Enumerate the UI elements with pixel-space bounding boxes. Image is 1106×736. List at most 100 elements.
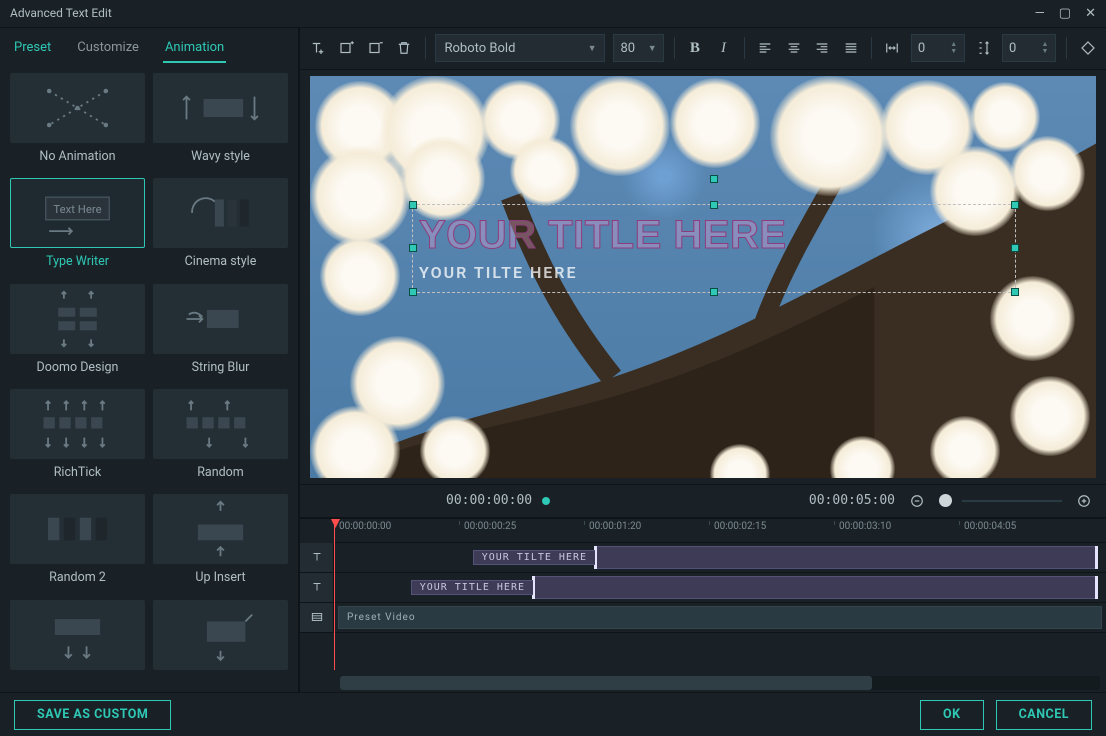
zoom-out-button[interactable] bbox=[905, 489, 929, 513]
animation-thumb bbox=[10, 73, 145, 143]
timeline-ruler[interactable]: 00:00:00:0000:00:00:2500:00:01:2000:00:0… bbox=[334, 519, 1106, 543]
text-clip-2[interactable]: YOUR TITLE HERE bbox=[532, 576, 1098, 599]
bold-button[interactable]: B bbox=[685, 36, 706, 60]
animation-cell[interactable] bbox=[153, 600, 288, 682]
animation-thumb bbox=[153, 389, 288, 459]
preset-video-clip[interactable]: Preset Video bbox=[338, 606, 1102, 629]
resize-handle[interactable] bbox=[710, 201, 718, 209]
animation-label: Wavy style bbox=[153, 149, 288, 168]
animation-cell[interactable]: String Blur bbox=[153, 284, 288, 381]
zoom-slider[interactable] bbox=[962, 500, 1062, 502]
timeline: 00:00:00:0000:00:00:2500:00:01:2000:00:0… bbox=[300, 518, 1106, 692]
resize-handle[interactable] bbox=[710, 288, 718, 296]
animation-label: Random 2 bbox=[10, 570, 145, 589]
prev-frame-button[interactable] bbox=[310, 489, 334, 513]
track-icon-video[interactable] bbox=[300, 603, 334, 632]
resize-handle[interactable] bbox=[1011, 201, 1019, 209]
zoom-in-button[interactable] bbox=[1072, 489, 1096, 513]
animation-label: Cinema style bbox=[153, 254, 288, 273]
char-spacing-input[interactable]: 0 ▲▼ bbox=[911, 34, 965, 62]
video-preview[interactable]: YOUR TITLE HERE YOUR TILTE HERE bbox=[310, 76, 1096, 478]
tab-customize[interactable]: Customize bbox=[75, 36, 141, 63]
font-size-select[interactable]: 80 ▼ bbox=[613, 34, 663, 62]
font-select[interactable]: Roboto Bold ▼ bbox=[435, 34, 605, 62]
save-as-custom-button[interactable]: SAVE AS CUSTOM bbox=[14, 700, 171, 730]
right-panel: Roboto Bold ▼ 80 ▼ B I 0 ▲▼ 0 bbox=[300, 28, 1106, 692]
animation-cell[interactable]: Text Here Type Writer bbox=[10, 178, 145, 275]
animation-cell[interactable]: Doomo Design bbox=[10, 284, 145, 381]
next-frame-button[interactable] bbox=[344, 489, 368, 513]
title-bar: Advanced Text Edit — ▢ ✕ bbox=[0, 0, 1106, 28]
keyframe-icon[interactable] bbox=[1077, 36, 1098, 60]
track-preset-video: Preset Video bbox=[300, 603, 1106, 633]
animation-label: Type Writer bbox=[10, 254, 145, 273]
play-button[interactable] bbox=[378, 489, 402, 513]
cancel-button[interactable]: CANCEL bbox=[996, 700, 1092, 730]
track-icon-text[interactable] bbox=[300, 543, 334, 572]
align-left-icon[interactable] bbox=[755, 36, 776, 60]
clip-label: YOUR TILTE HERE bbox=[473, 550, 595, 565]
animation-cell[interactable]: Random bbox=[153, 389, 288, 486]
track-icon-text[interactable] bbox=[300, 573, 334, 602]
animation-label: String Blur bbox=[153, 360, 288, 379]
resize-handle[interactable] bbox=[409, 201, 417, 209]
animation-label bbox=[153, 676, 288, 680]
preview-subtitle[interactable]: YOUR TILTE HERE bbox=[417, 259, 1015, 286]
animation-thumb bbox=[153, 600, 288, 670]
tab-animation[interactable]: Animation bbox=[163, 36, 226, 63]
animation-thumb bbox=[153, 494, 288, 564]
stop-button[interactable] bbox=[412, 489, 436, 513]
close-button[interactable]: ✕ bbox=[1085, 6, 1096, 21]
zoom-slider-handle[interactable] bbox=[939, 494, 952, 507]
animation-cell[interactable]: No Animation bbox=[10, 73, 145, 170]
ruler-tick: 00:00:00:25 bbox=[459, 521, 516, 525]
delete-icon[interactable] bbox=[394, 36, 415, 60]
animation-cell[interactable]: Random 2 bbox=[10, 494, 145, 591]
resize-handle[interactable] bbox=[409, 288, 417, 296]
resize-handle[interactable] bbox=[1011, 244, 1019, 252]
track-text-2: YOUR TITLE HERE bbox=[300, 573, 1106, 603]
animation-label: Doomo Design bbox=[10, 360, 145, 379]
title-bounding-box[interactable]: YOUR TITLE HERE YOUR TILTE HERE bbox=[412, 204, 1016, 293]
resize-handle[interactable] bbox=[1011, 288, 1019, 296]
align-center-icon[interactable] bbox=[783, 36, 804, 60]
ruler-tick: 00:00:04:05 bbox=[959, 521, 1016, 525]
animation-cell[interactable]: RichTick bbox=[10, 389, 145, 486]
line-spacing-input[interactable]: 0 ▲▼ bbox=[1002, 34, 1056, 62]
window-title: Advanced Text Edit bbox=[10, 6, 112, 20]
tab-preset[interactable]: Preset bbox=[12, 36, 53, 63]
animation-cell[interactable]: Cinema style bbox=[153, 178, 288, 275]
text-clip-1[interactable]: YOUR TILTE HERE bbox=[594, 546, 1098, 569]
minimize-button[interactable]: — bbox=[1035, 6, 1045, 21]
maximize-button[interactable]: ▢ bbox=[1059, 6, 1071, 21]
animation-cell[interactable]: Up Insert bbox=[153, 494, 288, 591]
rotate-handle[interactable] bbox=[710, 175, 718, 183]
edit-text-box-icon[interactable] bbox=[337, 36, 358, 60]
end-time: 00:00:05:00 bbox=[809, 493, 895, 508]
preview-main-title[interactable]: YOUR TITLE HERE bbox=[417, 211, 1015, 259]
current-time: 00:00:00:00 bbox=[446, 493, 532, 508]
in-point-icon[interactable] bbox=[542, 497, 550, 505]
animation-thumb bbox=[10, 389, 145, 459]
sidebar-tabs: Preset Customize Animation bbox=[0, 28, 298, 63]
animation-thumb: Text Here bbox=[10, 178, 145, 248]
animation-label: Up Insert bbox=[153, 570, 288, 589]
ok-button[interactable]: OK bbox=[920, 700, 984, 730]
align-justify-icon[interactable] bbox=[841, 36, 862, 60]
font-value: Roboto Bold bbox=[444, 41, 515, 56]
footer-bar: SAVE AS CUSTOM OK CANCEL bbox=[0, 692, 1106, 736]
toolbar-separator bbox=[744, 37, 745, 59]
toolbar-separator bbox=[425, 37, 426, 59]
italic-button[interactable]: I bbox=[713, 36, 734, 60]
timeline-scrollbar[interactable] bbox=[340, 676, 1100, 690]
animation-thumb bbox=[10, 284, 145, 354]
add-text-icon[interactable] bbox=[308, 36, 329, 60]
line-spacing-value: 0 bbox=[1009, 41, 1016, 56]
remove-text-box-icon[interactable] bbox=[365, 36, 386, 60]
resize-handle[interactable] bbox=[409, 244, 417, 252]
animation-cell[interactable]: Wavy style bbox=[153, 73, 288, 170]
char-spacing-value: 0 bbox=[918, 41, 925, 56]
animation-sidebar: Preset Customize Animation No Animation W… bbox=[0, 28, 300, 692]
align-right-icon[interactable] bbox=[812, 36, 833, 60]
animation-cell[interactable] bbox=[10, 600, 145, 682]
